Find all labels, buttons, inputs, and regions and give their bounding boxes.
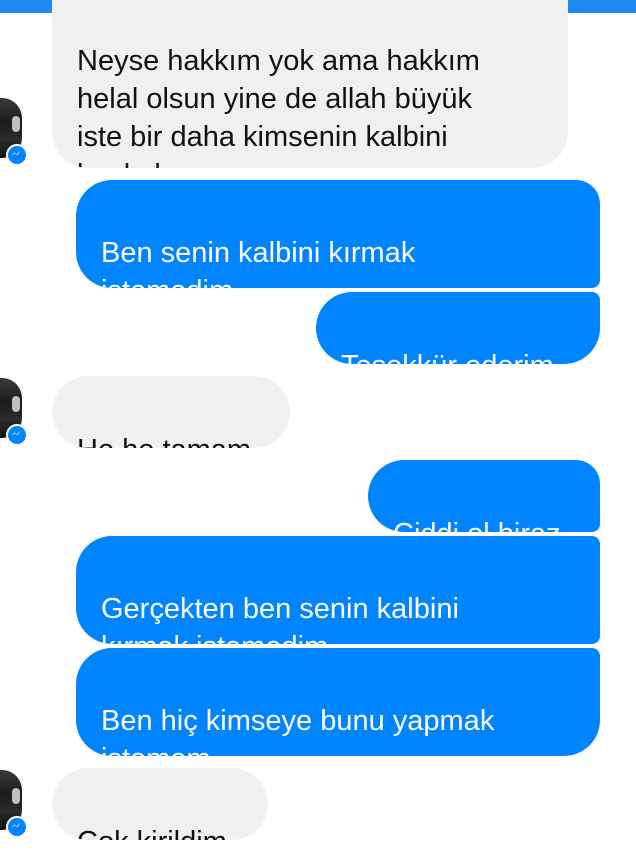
- contact-avatar[interactable]: [0, 378, 28, 446]
- message-bubble-outgoing[interactable]: Gerçekten ben senin kalbini kırmak istem…: [76, 536, 600, 644]
- chat-thread: Neyse hakkım yok ama hakkım helal olsun …: [0, 0, 636, 859]
- contact-avatar[interactable]: [0, 98, 28, 166]
- message-bubble-outgoing[interactable]: Ben senin kalbini kırmak istemedim: [76, 180, 600, 288]
- message-bubble-outgoing[interactable]: Ben hiç kimseye bunu yapmak istemem: [76, 648, 600, 756]
- message-text: Teşekkür ederim: [341, 350, 554, 364]
- message-text: Çok kirildim: [77, 826, 227, 840]
- messenger-badge-icon: [6, 424, 28, 446]
- message-text: Gerçekten ben senin kalbini kırmak istem…: [101, 593, 459, 644]
- message-text: Ciddi ol biraz: [393, 518, 561, 532]
- message-bubble-outgoing[interactable]: Ciddi ol biraz: [368, 460, 600, 532]
- message-text: Ben senin kalbini kırmak istemedim: [101, 237, 416, 288]
- contact-avatar[interactable]: [0, 770, 28, 838]
- message-text: He he tamam: [77, 434, 251, 448]
- message-bubble-incoming[interactable]: Çok kirildim: [52, 768, 268, 840]
- message-text: Ben hiç kimseye bunu yapmak istemem: [101, 705, 495, 756]
- messenger-badge-icon: [6, 144, 28, 166]
- message-bubble-incoming[interactable]: Neyse hakkım yok ama hakkım helal olsun …: [52, 0, 568, 168]
- message-bubble-outgoing[interactable]: Teşekkür ederim: [316, 292, 600, 364]
- message-bubble-incoming[interactable]: He he tamam: [52, 376, 290, 448]
- messenger-badge-icon: [6, 816, 28, 838]
- message-text: Neyse hakkım yok ama hakkım helal olsun …: [77, 45, 480, 168]
